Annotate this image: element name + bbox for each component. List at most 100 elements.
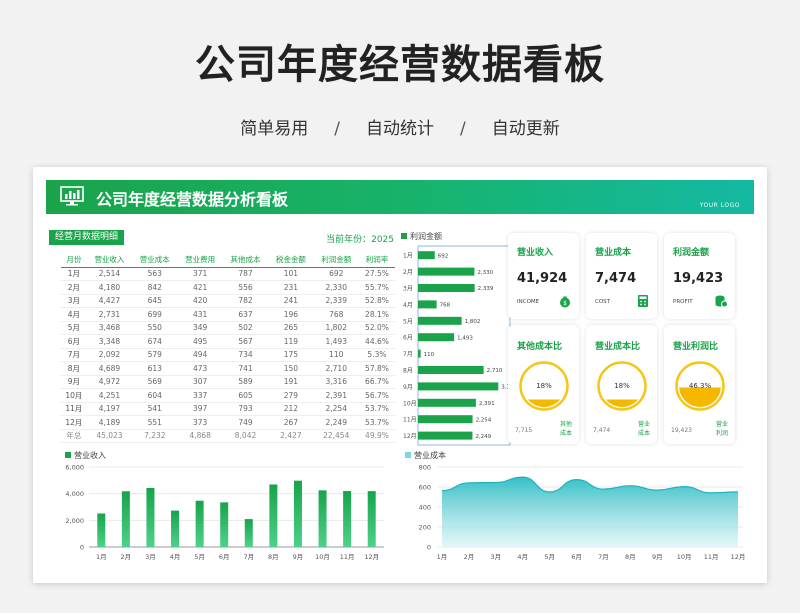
table-cell: 53.7% bbox=[358, 402, 395, 416]
total-cell: 22,454 bbox=[313, 428, 359, 443]
kpi-label: 利润金额 bbox=[673, 248, 710, 258]
table-cell: 371 bbox=[177, 267, 223, 281]
kpi-label: 营业成本 bbox=[595, 248, 632, 258]
table-cell: 2,330 bbox=[313, 280, 359, 295]
x-tick-label: 10月 bbox=[315, 553, 330, 561]
table-cell: 4,427 bbox=[86, 294, 133, 308]
total-cell: 4,868 bbox=[177, 428, 223, 443]
x-tick-label: 11月 bbox=[340, 553, 355, 561]
x-tick-label: 9月 bbox=[293, 553, 304, 561]
table-row: 6月 3,348 674 495 567 119 1,493 44.6% bbox=[61, 334, 395, 349]
gauge-percent: 18% bbox=[614, 382, 630, 390]
category-label: 1月 bbox=[403, 253, 413, 260]
table-cell: 279 bbox=[268, 388, 314, 403]
column-header: 月份 bbox=[61, 253, 87, 268]
revenue-bar bbox=[121, 491, 130, 547]
table-cell: 307 bbox=[177, 375, 223, 389]
table-cell: 589 bbox=[222, 375, 269, 389]
table-row: 1月 2,514 563 371 787 101 692 27.5% bbox=[61, 267, 395, 281]
table-row: 2月 4,180 842 421 556 231 2,330 55.7% bbox=[61, 280, 395, 295]
revenue-legend-label: 营业收入 bbox=[74, 451, 106, 460]
table-cell: 57.8% bbox=[358, 361, 395, 376]
table-title: 经营月数据明细 bbox=[49, 230, 125, 245]
table-cell: 2,514 bbox=[86, 267, 133, 281]
table-cell: 4,197 bbox=[86, 402, 133, 416]
data-label: 2,249 bbox=[475, 434, 491, 440]
table-cell: 5月 bbox=[61, 321, 87, 335]
table-row: 5月 3,468 550 349 502 265 1,802 52.0% bbox=[61, 321, 395, 335]
table-cell: 674 bbox=[132, 334, 178, 349]
table-row: 3月 4,427 645 420 782 241 2,339 52.8% bbox=[61, 294, 395, 308]
table-cell: 2,731 bbox=[86, 307, 133, 322]
y-tick-label: 0 bbox=[80, 544, 84, 552]
table-cell: 541 bbox=[132, 402, 178, 416]
total-cell: 7,232 bbox=[132, 428, 178, 443]
page-tagline: 简单易用 / 自动统计 / 自动更新 bbox=[0, 114, 800, 139]
table-cell: 175 bbox=[268, 348, 314, 362]
coins-icon bbox=[715, 295, 728, 308]
column-header: 利润金额 bbox=[313, 253, 359, 268]
revenue-bar bbox=[195, 500, 204, 547]
table-row: 7月 2,092 579 494 734 175 110 5.3% bbox=[61, 348, 395, 362]
x-tick-label: 2月 bbox=[121, 553, 132, 561]
profit-bar bbox=[418, 415, 473, 424]
table-cell: 569 bbox=[132, 375, 178, 389]
category-label: 6月 bbox=[403, 335, 413, 342]
x-tick-label: 8月 bbox=[268, 553, 279, 561]
revenue-bar-chart: 0 2,000 4,000 6,000 1月 2月 3月 4月 5月 6月 7月 8月 9月 10月 11月… bbox=[65, 464, 384, 561]
table-cell: 3月 bbox=[61, 294, 87, 308]
gauge-name: 其他成本 bbox=[560, 421, 573, 437]
y-tick-label: 4,000 bbox=[65, 490, 84, 498]
table-cell: 5.3% bbox=[358, 348, 395, 362]
table-cell: 2,249 bbox=[313, 415, 359, 430]
category-label: 10月 bbox=[403, 400, 417, 407]
kpi-value: 7,474 bbox=[595, 271, 637, 286]
year-label: 当前年份： bbox=[326, 235, 372, 245]
table-cell: 782 bbox=[222, 294, 269, 308]
table-cell: 28.1% bbox=[358, 307, 395, 322]
x-tick-label: 4月 bbox=[170, 553, 181, 561]
table-cell: 4月 bbox=[61, 307, 87, 322]
x-tick-label: 12月 bbox=[364, 553, 379, 561]
data-label: 692 bbox=[438, 253, 449, 259]
table-cell: 787 bbox=[222, 267, 269, 281]
table-cell: 734 bbox=[222, 348, 269, 362]
table-cell: 241 bbox=[268, 294, 314, 308]
legend-swatch bbox=[405, 452, 411, 458]
table-cell: 267 bbox=[268, 415, 314, 430]
total-cell: 45,023 bbox=[86, 428, 133, 443]
total-cell: 49.9% bbox=[358, 428, 395, 443]
table-cell: 494 bbox=[177, 348, 223, 362]
table-cell: 556 bbox=[222, 280, 269, 295]
gauge-label: 营业利润比 bbox=[673, 342, 719, 352]
data-label: 110 bbox=[424, 352, 435, 358]
gauge-percent: 18% bbox=[536, 382, 552, 390]
kpi-card-profit: 利润金额 19,423 PROFIT bbox=[664, 233, 735, 319]
profit-legend-label: 利润金额 bbox=[410, 232, 442, 241]
table-cell: 567 bbox=[222, 334, 269, 349]
gauge-card-other-cost: 其他成本比 18% 7,715 其他成本 bbox=[508, 325, 579, 444]
gauge-label: 营业成本比 bbox=[595, 342, 641, 352]
data-label: 2,254 bbox=[476, 417, 492, 423]
profit-bar bbox=[418, 431, 473, 440]
table-row: 4月 2,731 699 431 637 196 768 28.1% bbox=[61, 307, 395, 322]
profit-bar bbox=[418, 267, 475, 276]
x-tick-label: 7月 bbox=[598, 553, 609, 561]
table-cell: 421 bbox=[177, 280, 223, 295]
table-cell: 10月 bbox=[61, 388, 87, 403]
column-header: 其他成本 bbox=[222, 253, 269, 268]
gauge-other-cost: 18% bbox=[519, 361, 569, 411]
table-cell: 842 bbox=[132, 280, 178, 295]
table-cell: 397 bbox=[177, 402, 223, 416]
kpi-card-cost: 营业成本 7,474 COST bbox=[586, 233, 657, 319]
kpi-en-label: PROFIT bbox=[673, 299, 693, 305]
plot-frame bbox=[417, 245, 511, 446]
table-cell: 605 bbox=[222, 388, 269, 403]
tagline-separator: / bbox=[334, 119, 340, 139]
table-cell: 2,092 bbox=[86, 348, 133, 362]
table-row: 9月 4,972 569 307 589 191 3,316 66.7% bbox=[61, 375, 395, 389]
monitor-chart-icon bbox=[60, 186, 84, 206]
table-cell: 150 bbox=[268, 361, 314, 376]
calculator-icon bbox=[638, 295, 648, 307]
column-header: 营业费用 bbox=[177, 253, 223, 268]
